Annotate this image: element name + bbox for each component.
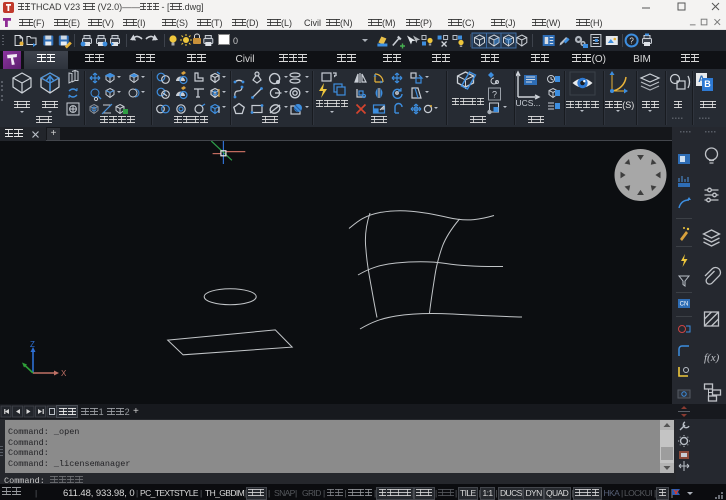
svg-text:Z: Z xyxy=(30,340,35,349)
svg-text:X: X xyxy=(61,369,67,378)
svg-text:?: ? xyxy=(629,37,634,46)
svg-text:B: B xyxy=(704,79,711,89)
svg-text:CN: CN xyxy=(680,302,689,308)
svg-text:f(x): f(x) xyxy=(704,352,720,364)
svg-text:?: ? xyxy=(492,90,497,100)
